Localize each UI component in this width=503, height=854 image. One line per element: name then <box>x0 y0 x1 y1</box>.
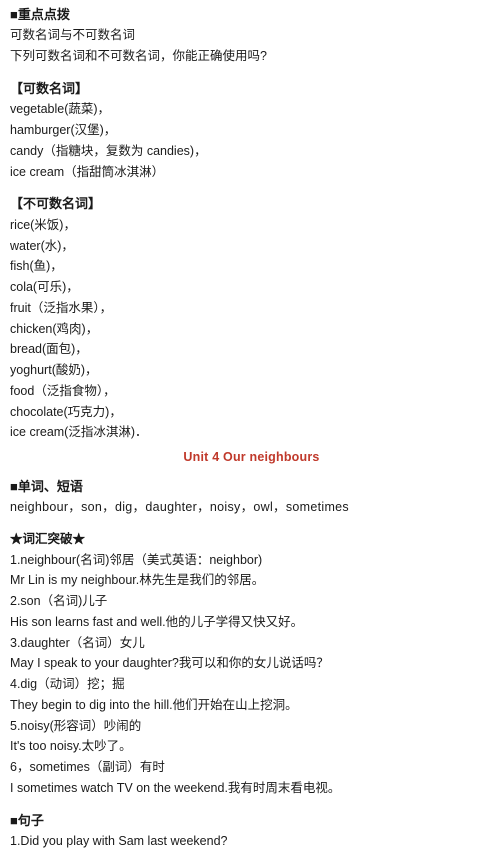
uncountable-line-11: ice cream(泛指冰淇淋)． <box>10 425 148 440</box>
sentence-line-1: 1.Did you play with Sam last weekend? <box>10 834 228 849</box>
section-heading-key-points: ■重点点拨 <box>10 7 70 22</box>
section-heading-vocab: ★词汇突破★ <box>10 531 86 546</box>
uncountable-line-3: fish(鱼)， <box>10 259 63 274</box>
vocab-example-1: Mr Lin is my neighbour.林先生是我们的邻居。 <box>10 573 265 588</box>
countable-line-4: ice cream（指甜筒冰淇淋） <box>10 164 165 179</box>
uncountable-line-7: bread(面包)， <box>10 342 88 357</box>
vocab-example-6: I sometimes watch TV on the weekend.我有时周… <box>10 780 341 795</box>
vocab-term-6: 6，sometimes（副词）有时 <box>10 760 165 775</box>
uncountable-line-2: water(水)， <box>10 238 74 253</box>
uncountable-line-9: food（泛指食物）， <box>10 383 116 398</box>
uncountable-line-10: chocolate(巧克力)， <box>10 404 122 419</box>
uncountable-line-4: cola(可乐)， <box>10 280 79 295</box>
countable-line-3: candy（指糖块，复数为 candies)， <box>10 143 207 158</box>
section-heading-countable: 【可数名词】 <box>10 80 89 96</box>
countable-line-2: hamburger(汉堡)， <box>10 123 117 138</box>
section-heading-sentences: ■句子 <box>10 812 44 828</box>
uncountable-line-8: yoghurt(酸奶)， <box>10 363 98 378</box>
section-heading-uncountable: 【不可数名词】 <box>10 196 102 212</box>
document-page: ■重点点拨 可数名词与不可数名词 下列可数名词和不可数名词，你能正确使用吗? 【… <box>0 0 503 854</box>
vocab-term-1: 1.neighbour(名词)邻居（美式英语：neighbor) <box>10 552 263 567</box>
countable-line-1: vegetable(蔬菜)， <box>10 102 111 117</box>
key-points-line-2: 下列可数名词和不可数名词，你能正确使用吗? <box>10 49 267 64</box>
vocab-example-5: It's too noisy.太吵了。 <box>10 739 132 754</box>
vocab-term-5: 5.noisy(形容词）吵闹的 <box>10 718 142 733</box>
section-heading-words: ■单词、短语 <box>10 478 83 494</box>
vocab-term-2: 2.son（名词)儿子 <box>10 594 108 609</box>
vocab-term-3: 3.daughter（名词）女儿 <box>10 635 145 650</box>
uncountable-line-5: fruit（泛指水果）， <box>10 300 116 315</box>
words-list: neighbour，son，dig，daughter，noisy，owl，som… <box>10 500 349 515</box>
vocab-example-4: They begin to dig into the hill.他们开始在山上挖… <box>10 697 298 712</box>
vocab-example-3: May I speak to your daughter?我可以和你的女儿说话吗… <box>10 656 329 671</box>
unit-title: Unit 4 Our neighbours <box>183 450 320 465</box>
key-points-line-1: 可数名词与不可数名词 <box>10 28 136 43</box>
uncountable-line-6: chicken(鸡肉)， <box>10 321 99 336</box>
vocab-term-4: 4.dig（动词）挖；掘 <box>10 677 125 692</box>
uncountable-line-1: rice(米饭)， <box>10 217 76 232</box>
vocab-example-2: His son learns fast and well.他的儿子学得又快又好。 <box>10 614 304 629</box>
